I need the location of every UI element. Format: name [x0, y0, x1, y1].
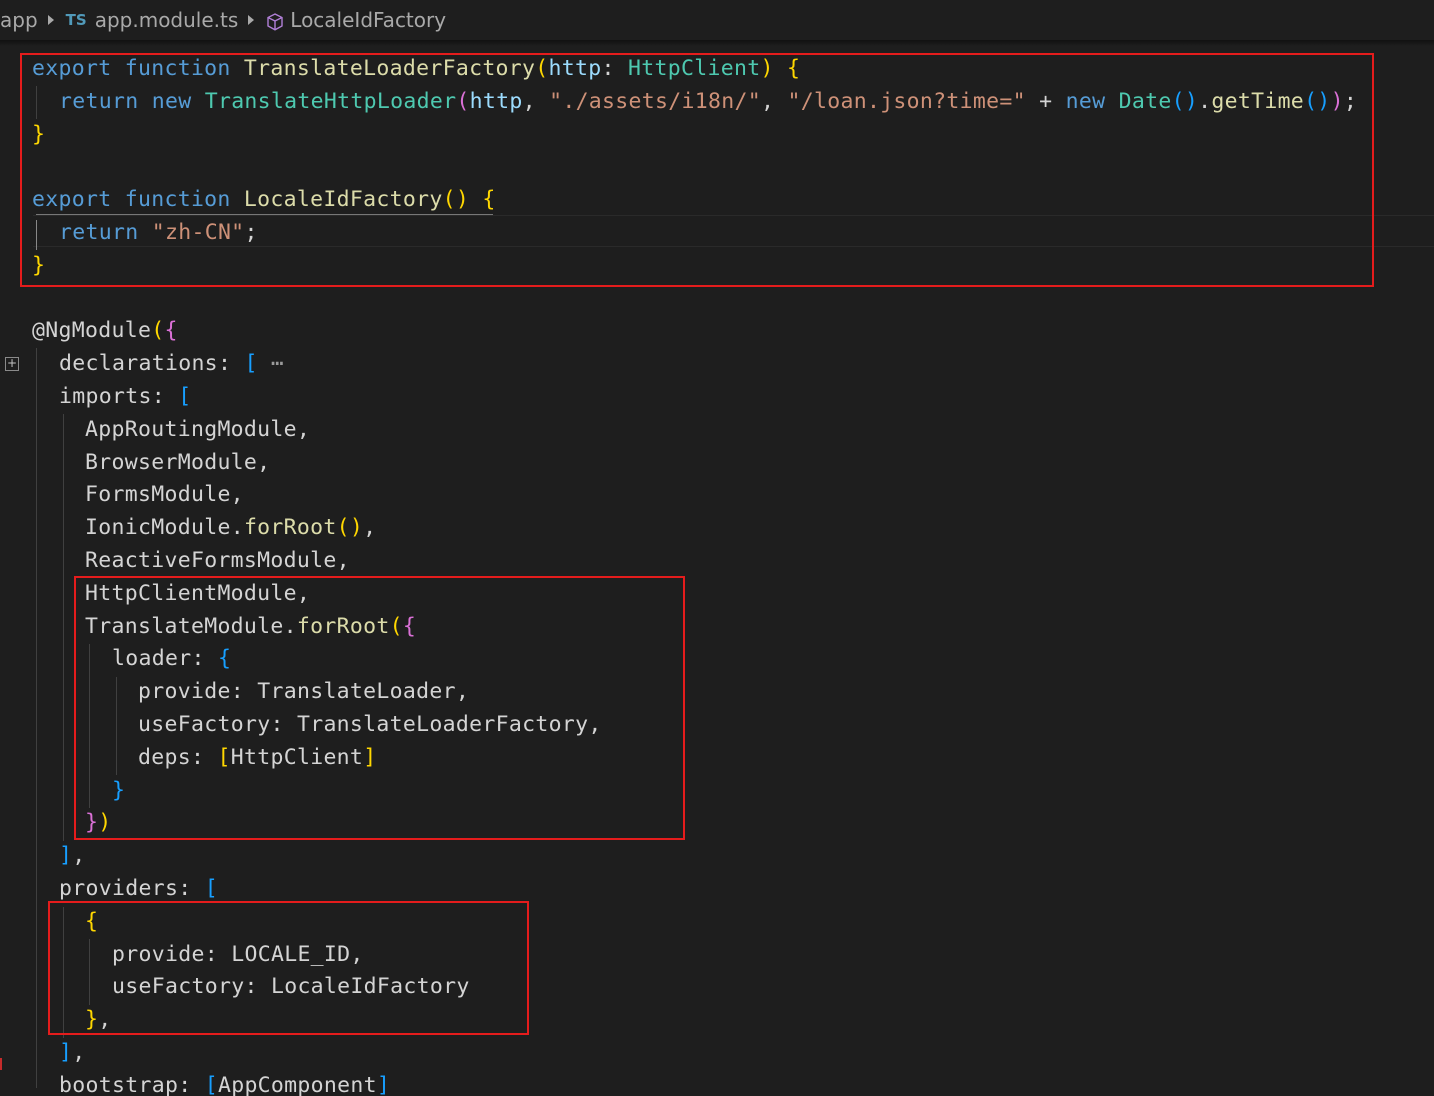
code-editor[interactable]: app TS app.module.ts LocaleIdFactory + e…: [0, 0, 1434, 1096]
decorator-token: NgModule: [45, 318, 152, 344]
punct-token: ,: [363, 515, 377, 541]
identifier-token: FormsModule,: [85, 482, 244, 508]
bracket-token: [: [204, 875, 218, 901]
punct-token: .: [230, 515, 244, 541]
code-line: imports: [: [0, 381, 1434, 414]
breadcrumb-symbol[interactable]: LocaleIdFactory: [290, 8, 446, 32]
punct-token: :: [151, 383, 179, 409]
breadcrumb-folder[interactable]: app: [0, 8, 38, 32]
folded-region-ellipsis[interactable]: ⋯: [258, 351, 285, 376]
identifier-token: ReactiveFormsModule,: [85, 547, 350, 573]
code-line: ],: [0, 840, 1434, 873]
punct-token: ,: [72, 843, 86, 869]
punct-token: :: [178, 1072, 205, 1096]
highlight-box-locale-provider: [48, 901, 529, 1035]
breadcrumb-shadow: [0, 40, 1434, 46]
property-token: declarations: [59, 351, 218, 377]
chevron-right-icon: [47, 15, 54, 25]
code-line: BrowserModule,: [0, 447, 1434, 480]
bracket-token: {: [164, 318, 178, 344]
bracket-token: [: [204, 1072, 218, 1096]
breadcrumb-file[interactable]: app.module.ts: [95, 8, 239, 32]
code-line: ],: [0, 1037, 1434, 1070]
code-line: FormsModule,: [0, 479, 1434, 512]
bracket-token: ]: [59, 1039, 73, 1065]
code-line: ReactiveFormsModule,: [0, 545, 1434, 578]
typescript-icon: TS: [65, 11, 87, 29]
highlight-box-translate-module: [74, 576, 685, 840]
bracket-token: (): [336, 515, 364, 541]
code-line: @NgModule({: [0, 315, 1434, 348]
bracket-token: (: [151, 318, 165, 344]
identifier-token: IonicModule: [85, 515, 231, 541]
chevron-right-icon: [248, 15, 255, 25]
code-line: IonicModule.forRoot(),: [0, 512, 1434, 545]
identifier-token: AppComponent: [217, 1072, 377, 1096]
highlight-box-factories: [20, 53, 1374, 287]
decorator-at-token: @: [32, 318, 46, 344]
identifier-token: BrowserModule,: [85, 449, 271, 475]
punct-token: ,: [72, 1039, 86, 1065]
function-name-token: forRoot: [243, 515, 337, 541]
method-cube-icon: [267, 13, 283, 31]
code-line: bootstrap: [AppComponent]: [0, 1070, 1434, 1096]
code-line: AppRoutingModule,: [0, 414, 1434, 447]
punct-token: :: [178, 875, 205, 901]
bracket-token: ]: [376, 1072, 391, 1096]
property-token: providers: [59, 875, 179, 901]
bracket-token: [: [178, 383, 192, 409]
property-token: imports: [59, 383, 152, 409]
breadcrumb: app TS app.module.ts LocaleIdFactory: [0, 0, 1434, 40]
punct-token: :: [217, 351, 245, 377]
bracket-token: ]: [59, 843, 73, 869]
property-token: bootstrap: [59, 1072, 179, 1096]
identifier-token: AppRoutingModule,: [85, 416, 311, 442]
gutter-marker: [0, 1058, 2, 1070]
code-line: declarations: [ ⋯: [0, 348, 1434, 381]
bracket-token: [: [244, 351, 258, 377]
